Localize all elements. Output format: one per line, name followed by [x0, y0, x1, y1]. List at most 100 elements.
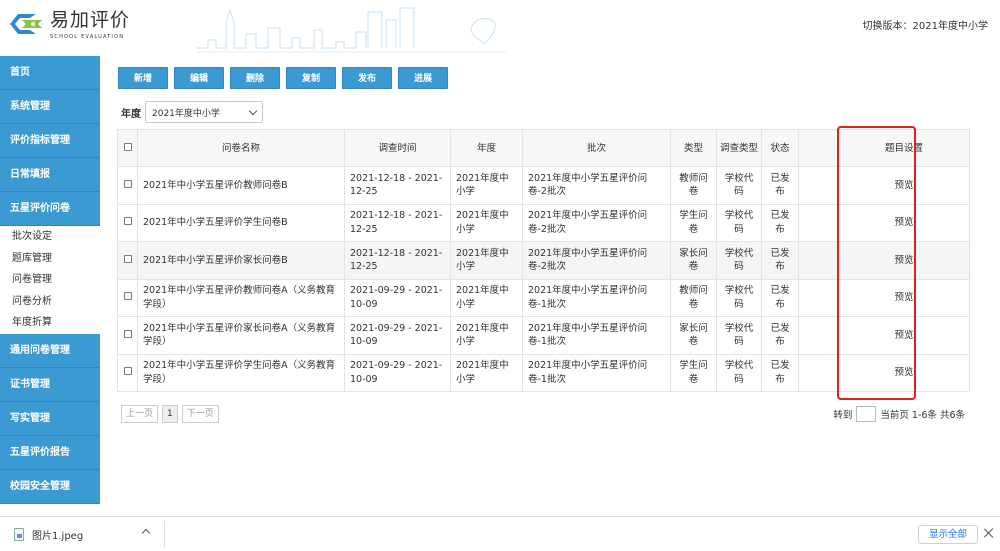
cell-survey-type: 学校代码	[716, 353, 762, 392]
preview-link[interactable]: 预览	[838, 353, 970, 392]
preview-link[interactable]: 预览	[838, 278, 970, 317]
next-page-button[interactable]: 下一页	[181, 405, 219, 423]
cell-type: 家长问卷	[670, 316, 717, 355]
cell-empty	[798, 353, 839, 392]
cell-status: 已发布	[761, 353, 799, 392]
cell-batch: 2021年度中小学五星评价问卷-1批次	[522, 316, 671, 355]
table-row[interactable]: 2021年中小学五星评价学生问卷A（义务教育学段） 2021-09-29 - 2…	[117, 353, 970, 392]
cell-status: 已发布	[761, 203, 799, 242]
sidebar-item-five-star-survey[interactable]: 五星评价问卷	[0, 192, 100, 226]
table-row[interactable]: 2021年中小学五星评价家长问卷A（义务教育学段） 2021-09-29 - 2…	[117, 316, 970, 355]
col-header-status: 状态	[761, 129, 799, 167]
page-info: 当前页 1-6条 共6条	[880, 410, 965, 421]
chevron-down-icon	[248, 106, 258, 115]
cell-name: 2021年中小学五星评价学生问卷B	[137, 203, 345, 242]
sidebar-item-certificates[interactable]: 证书管理	[0, 367, 100, 402]
app-logo-icon	[10, 14, 42, 34]
row-checkbox[interactable]	[123, 292, 132, 300]
row-select-cell	[117, 316, 138, 355]
preview-link[interactable]: 预览	[838, 166, 970, 205]
cell-type: 教师问卷	[670, 278, 717, 317]
year-select[interactable]: 2021年度中小学	[145, 101, 263, 123]
sidebar-subitem-question-bank[interactable]: 题库管理	[0, 247, 100, 269]
row-select-cell	[117, 278, 138, 317]
cell-time: 2021-12-18 - 2021-12-25	[344, 166, 451, 205]
col-header-type: 类型	[670, 129, 717, 167]
sidebar: 首页 系统管理 评价指标管理 日常填报 五星评价问卷 批次设定 题库管理 问卷管…	[0, 56, 100, 516]
page-number-button[interactable]: 1	[162, 405, 178, 423]
sidebar-subitem-survey-manage[interactable]: 问卷管理	[0, 269, 100, 291]
close-icon[interactable]	[984, 528, 994, 538]
sidebar-item-home[interactable]: 首页	[0, 56, 100, 90]
cell-batch: 2021年度中小学五星评价问卷-2批次	[522, 203, 671, 242]
cell-year: 2021年度中小学	[450, 278, 523, 317]
divider	[164, 521, 165, 548]
preview-link[interactable]: 预览	[838, 316, 970, 355]
cell-empty	[798, 166, 839, 205]
col-header-time: 调查时间	[344, 129, 451, 167]
row-select-cell	[117, 203, 138, 242]
cell-status: 已发布	[761, 278, 799, 317]
sidebar-item-general-survey[interactable]: 通用问卷管理	[0, 333, 100, 368]
show-all-button[interactable]: 显示全部	[918, 525, 979, 544]
table-row[interactable]: 2021年中小学五星评价家长问卷B 2021-12-18 - 2021-12-2…	[117, 241, 970, 280]
cell-name: 2021年中小学五星评价家长问卷B	[137, 241, 345, 280]
select-all-checkbox[interactable]	[123, 142, 132, 151]
cell-name: 2021年中小学五星评价家长问卷A（义务教育学段）	[137, 316, 345, 355]
cell-survey-type: 学校代码	[716, 278, 762, 317]
cell-survey-type: 学校代码	[716, 241, 762, 280]
sidebar-item-report[interactable]: 五星评价报告	[0, 435, 100, 470]
image-file-icon	[14, 528, 24, 541]
chevron-up-icon[interactable]	[141, 528, 151, 538]
sidebar-item-campus-safety[interactable]: 校园安全管理	[0, 469, 100, 504]
toolbar: 新增 编辑 删除 复制 发布 进展	[118, 67, 448, 89]
add-button[interactable]: 新增	[118, 67, 168, 89]
sidebar-item-system[interactable]: 系统管理	[0, 90, 100, 124]
row-select-cell	[117, 241, 138, 280]
row-select-cell	[117, 166, 138, 205]
preview-link[interactable]: 预览	[838, 203, 970, 242]
cell-type: 家长问卷	[670, 241, 717, 280]
publish-button[interactable]: 发布	[342, 67, 392, 89]
table-row[interactable]: 2021年中小学五星评价教师问卷B 2021-12-18 - 2021-12-2…	[117, 166, 970, 205]
cell-status: 已发布	[761, 316, 799, 355]
jump-page-input[interactable]	[856, 406, 877, 422]
cell-status: 已发布	[761, 166, 799, 205]
sidebar-subitem-survey-analysis[interactable]: 问卷分析	[0, 290, 100, 312]
col-header-empty	[798, 129, 839, 167]
version-switch[interactable]: 切换版本：2021年度中小学	[863, 17, 988, 32]
row-checkbox[interactable]	[123, 367, 132, 375]
delete-button[interactable]: 删除	[230, 67, 280, 89]
cell-time: 2021-12-18 - 2021-12-25	[344, 241, 451, 280]
prev-page-button[interactable]: 上一页	[121, 405, 159, 423]
brand-tagline: SCHOOL EVALUATION	[50, 34, 125, 40]
cell-year: 2021年度中小学	[450, 353, 523, 392]
version-label: 切换版本：	[862, 21, 913, 32]
sidebar-subitem-batch[interactable]: 批次设定	[0, 226, 100, 248]
row-checkbox[interactable]	[123, 329, 132, 338]
cell-year: 2021年度中小学	[450, 316, 523, 355]
cell-name: 2021年中小学五星评价教师问卷A（义务教育学段）	[137, 278, 345, 317]
progress-button[interactable]: 进展	[398, 67, 448, 89]
table-row[interactable]: 2021年中小学五星评价教师问卷A（义务教育学段） 2021-09-29 - 2…	[117, 278, 970, 317]
sidebar-subitem-annual-conversion[interactable]: 年度折算	[0, 312, 100, 334]
preview-link[interactable]: 预览	[838, 241, 970, 280]
edit-button[interactable]: 编辑	[174, 67, 224, 89]
table-row[interactable]: 2021年中小学五星评价学生问卷B 2021-12-18 - 2021-12-2…	[117, 203, 970, 242]
brand-name: 易加评价	[50, 9, 131, 31]
download-item[interactable]: 图片1.jpeg	[14, 527, 83, 542]
copy-button[interactable]: 复制	[286, 67, 336, 89]
col-header-survey-type: 调查类型	[716, 129, 762, 167]
row-select-cell	[117, 353, 138, 392]
row-checkbox[interactable]	[123, 217, 132, 225]
row-checkbox[interactable]	[123, 179, 132, 188]
cell-survey-type: 学校代码	[716, 203, 762, 242]
row-checkbox[interactable]	[123, 254, 132, 263]
sidebar-item-indicators[interactable]: 评价指标管理	[0, 124, 100, 158]
cell-time: 2021-12-18 - 2021-12-25	[344, 203, 451, 242]
sidebar-item-records[interactable]: 写实管理	[0, 401, 100, 436]
col-header-name: 问卷名称	[137, 129, 345, 167]
cell-name: 2021年中小学五星评价教师问卷B	[137, 166, 345, 205]
sidebar-item-daily[interactable]: 日常填报	[0, 158, 100, 192]
cell-time: 2021-09-29 - 2021-10-09	[344, 353, 451, 392]
